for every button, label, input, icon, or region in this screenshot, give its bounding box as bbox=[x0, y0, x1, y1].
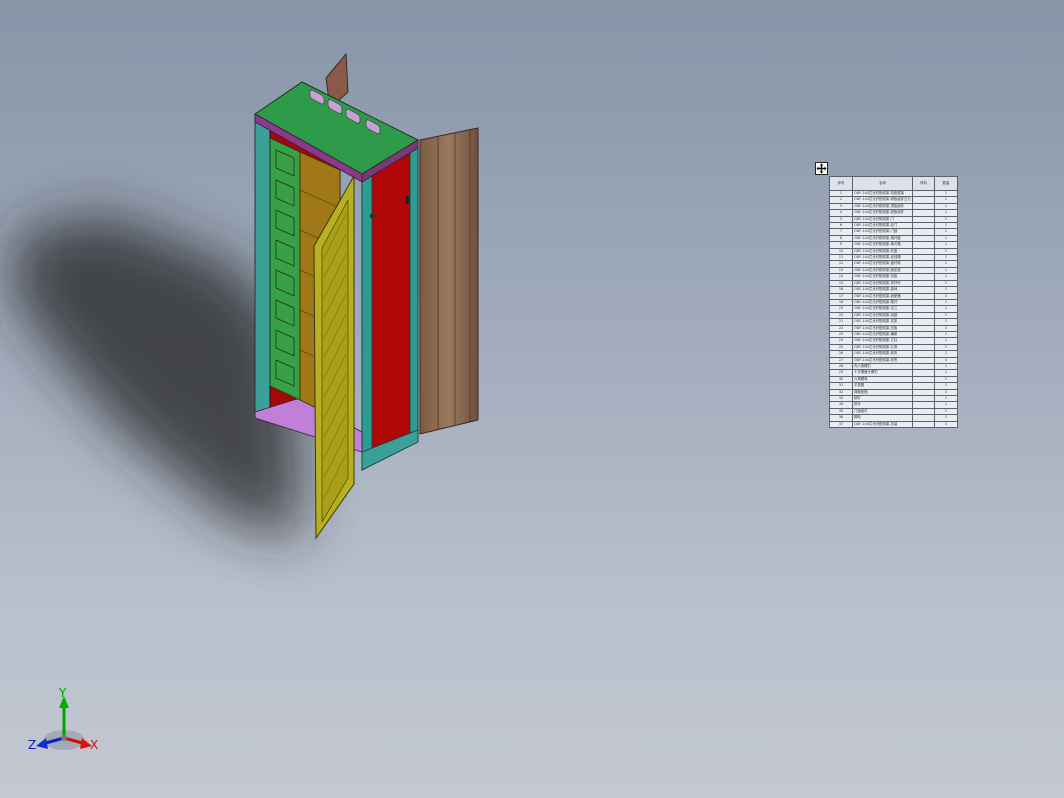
triad-y-label: Y bbox=[59, 686, 67, 700]
bom-header-no: 序号 bbox=[829, 176, 853, 191]
triad-x-label: X bbox=[90, 738, 99, 752]
bom-header-qty: 数量 bbox=[934, 176, 958, 191]
orientation-triad[interactable]: Y X Z bbox=[28, 686, 108, 756]
bom-header-material: 材料 bbox=[912, 176, 935, 191]
bom-cell-name: ODF-144芯光纤配线架-底板组件 bbox=[852, 209, 913, 217]
bom-cell-name: ODF-144芯光纤配线架-总装 bbox=[852, 420, 913, 429]
graphics-viewport[interactable]: 序号 名称 材料 数量 1 ODF-144芯光纤配线架-机柜框架 1 2 ODF-144… bbox=[0, 0, 1064, 798]
rear-door[interactable] bbox=[419, 127, 479, 435]
bom-header-row: 序号 名称 材料 数量 bbox=[829, 176, 958, 191]
move-arrows-icon[interactable] bbox=[815, 162, 828, 175]
bom-cell-name: ODF-144芯光纤配线架-侧板组件左右 bbox=[852, 196, 913, 204]
bom-cell-name: ODF-144芯光纤配线架-顶板组件 bbox=[852, 202, 913, 211]
bom-cell-name: ODF-144芯光纤配线架-机柜框架 bbox=[852, 189, 913, 198]
triad-z-label: Z bbox=[28, 738, 37, 752]
bom-table[interactable]: 序号 名称 材料 数量 1 ODF-144芯光纤配线架-机柜框架 1 2 ODF-144… bbox=[829, 176, 958, 429]
bom-cell-no: 37 bbox=[829, 420, 853, 429]
bom-cell-qty: 1 bbox=[934, 420, 958, 429]
bom-cell-material bbox=[912, 420, 935, 429]
bom-header-name: 名称 bbox=[852, 176, 913, 191]
table-row[interactable]: 37 ODF-144芯光纤配线架-总装 1 bbox=[829, 420, 958, 429]
bom-body: 1 ODF-144芯光纤配线架-机柜框架 1 2 ODF-144芯光纤配线架-侧板组件左… bbox=[829, 189, 958, 429]
